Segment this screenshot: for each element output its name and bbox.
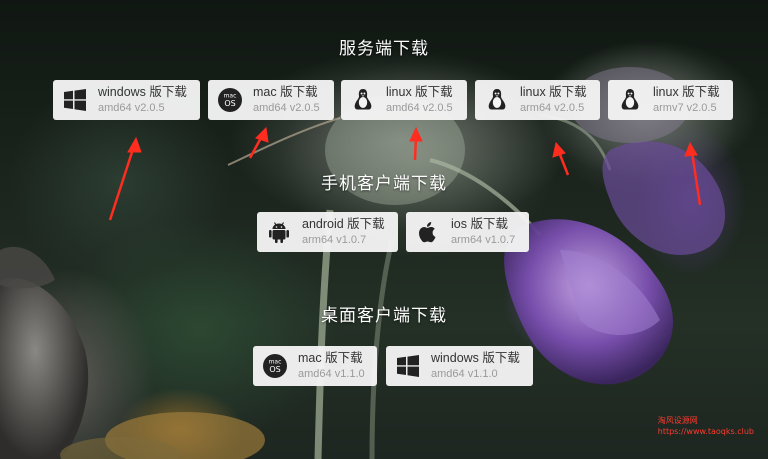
watermark-site-name: 淘风设源网	[657, 416, 698, 425]
download-button-server-linux-armv7[interactable]: linux 版下载 armv7 v2.0.5	[608, 80, 733, 120]
button-label: linux 版下载	[653, 85, 720, 100]
button-label: mac 版下载	[298, 351, 363, 366]
watermark-url: https://www.taoqks.club	[657, 427, 754, 436]
arrow-1-head	[127, 136, 142, 153]
mobile-download-title: 手机客户端下载	[321, 174, 447, 193]
linux-icon	[484, 87, 510, 113]
button-version: armv7 v2.0.5	[653, 101, 717, 114]
arrow-3-head	[409, 126, 423, 142]
button-label: windows 版下载	[431, 351, 520, 366]
windows-icon	[62, 87, 88, 113]
watermark: 淘风设源网 https://www.taoqks.club	[658, 415, 754, 437]
button-version: amd64 v2.0.5	[386, 101, 453, 114]
linux-icon	[350, 87, 376, 113]
button-version: amd64 v1.1.0	[298, 367, 365, 380]
server-download-title: 服务端下载	[339, 39, 429, 58]
download-button-server-windows[interactable]: windows 版下载 amd64 v2.0.5	[53, 80, 200, 120]
button-version: amd64 v1.1.0	[431, 367, 498, 380]
desktop-download-title: 桌面客户端下载	[321, 306, 447, 325]
arrow-2-head	[255, 126, 269, 143]
macos-icon: mac OS	[217, 87, 243, 113]
button-version: arm64 v1.0.7	[302, 233, 367, 246]
button-label: linux 版下载	[386, 85, 453, 100]
download-button-server-linux-amd64[interactable]: linux 版下载 amd64 v2.0.5	[341, 80, 467, 120]
arrow-5-head	[684, 141, 698, 157]
linux-icon	[617, 87, 643, 113]
button-version: arm64 v1.0.7	[451, 233, 516, 246]
download-button-ios[interactable]: ios 版下载 arm64 v1.0.7	[406, 212, 529, 252]
download-button-server-mac[interactable]: mac OS mac 版下载 amd64 v2.0.5	[208, 80, 334, 120]
windows-icon	[395, 353, 421, 379]
button-version: arm64 v2.0.5	[520, 101, 585, 114]
download-button-server-linux-arm64[interactable]: linux 版下载 arm64 v2.0.5	[475, 80, 600, 120]
button-label: ios 版下载	[451, 217, 508, 232]
button-label: android 版下载	[302, 217, 385, 232]
macos-icon: mac OS	[262, 353, 288, 379]
apple-icon	[415, 219, 441, 245]
button-label: mac 版下载	[253, 85, 318, 100]
download-button-desktop-windows[interactable]: windows 版下载 amd64 v1.1.0	[386, 346, 533, 386]
button-version: amd64 v2.0.5	[98, 101, 165, 114]
button-version: amd64 v2.0.5	[253, 101, 320, 114]
arrow-4-head	[552, 141, 566, 158]
download-button-desktop-mac[interactable]: mac OS mac 版下载 amd64 v1.1.0	[253, 346, 377, 386]
button-label: windows 版下载	[98, 85, 187, 100]
svg-text:OS: OS	[224, 99, 235, 108]
button-label: linux 版下载	[520, 85, 587, 100]
download-button-android[interactable]: android 版下载 arm64 v1.0.7	[257, 212, 398, 252]
svg-text:OS: OS	[269, 365, 280, 374]
android-icon	[266, 219, 292, 245]
